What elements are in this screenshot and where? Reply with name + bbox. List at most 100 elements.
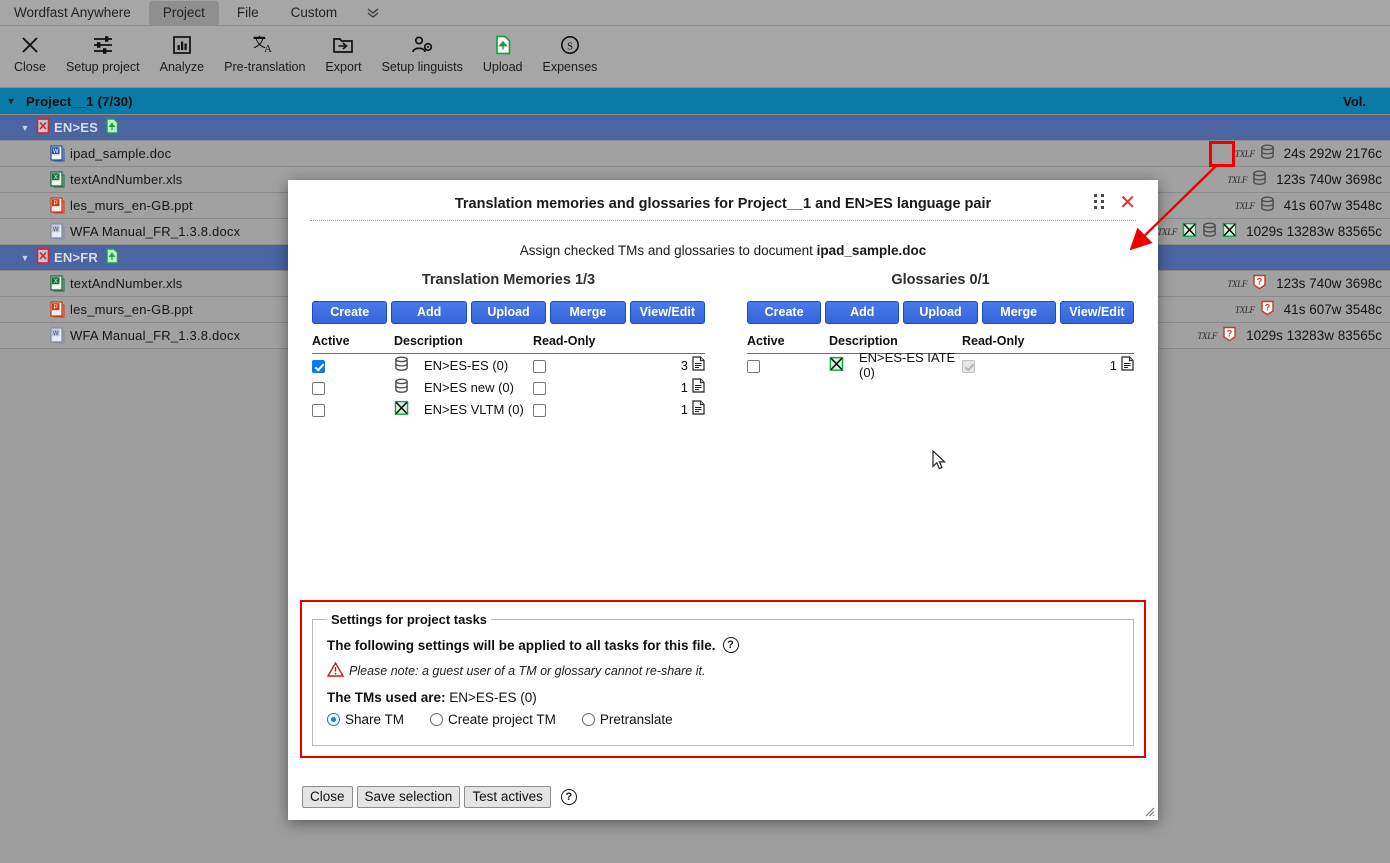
svg-text:X: X	[53, 175, 57, 181]
gl-active-checkbox[interactable]	[747, 359, 760, 373]
toolbar-button-export[interactable]: Export	[315, 26, 371, 74]
tree-row-language-en-es[interactable]: ▼ EN>ES	[0, 115, 1390, 141]
question-circle-icon[interactable]: ?	[560, 789, 577, 805]
drag-handle-icon[interactable]	[1094, 194, 1105, 209]
tm-readonly-checkbox[interactable]	[533, 359, 546, 373]
dialog-close-button[interactable]: Close	[302, 786, 353, 808]
glossary-green-icon[interactable]	[1182, 222, 1197, 241]
chevron-double-down-icon[interactable]	[365, 6, 381, 20]
tm-readonly-checkbox[interactable]	[533, 381, 546, 395]
gl-table-row: EN>ES-ES IATE (0) 1	[747, 350, 1134, 380]
menu-item-file[interactable]: File	[223, 1, 273, 25]
tm-upload-button[interactable]: Upload	[470, 301, 547, 324]
document-icon[interactable]	[1121, 356, 1134, 374]
glossary-green-icon[interactable]	[1222, 222, 1237, 241]
question-circle-icon[interactable]: ?	[722, 637, 739, 653]
svg-text:W: W	[52, 227, 58, 233]
toolbar-label: Expenses	[542, 60, 598, 74]
toolbar-button-analyze[interactable]: Analyze	[150, 26, 214, 74]
radio-option-share-tm[interactable]: Share TM	[327, 712, 404, 727]
file-meta: TXLF ? 123s 740w 3698c	[1227, 274, 1382, 293]
svg-text:P: P	[53, 305, 57, 311]
svg-text:S: S	[567, 41, 573, 53]
document-icon[interactable]	[692, 400, 705, 418]
caret-down-icon[interactable]: ▼	[0, 123, 36, 133]
locked-red-icon	[36, 248, 50, 267]
format-label: TXLF	[1227, 278, 1248, 289]
header-readonly: Read-Only	[533, 334, 596, 348]
gl-create-button[interactable]: Create	[747, 301, 822, 324]
document-icon[interactable]	[692, 356, 705, 374]
menu-item-custom[interactable]: Custom	[277, 1, 352, 25]
resize-handle[interactable]	[1143, 805, 1155, 817]
toolbar-button-close[interactable]: Close	[4, 26, 56, 74]
question-unknown-icon[interactable]: ?	[1260, 300, 1275, 319]
file-name: les_murs_en-GB.ppt	[70, 198, 193, 213]
tm-database-icon	[394, 378, 424, 397]
file-volume: 24s 292w 2176c	[1283, 146, 1382, 161]
tm-description: EN>ES-ES (0)	[424, 357, 509, 373]
project-name: Project__1 (7/30)	[26, 93, 133, 109]
toolbar-button-expenses[interactable]: S Expenses	[533, 26, 608, 74]
tm-active-checkbox[interactable]	[312, 381, 325, 395]
question-unknown-icon[interactable]: ?	[1252, 274, 1267, 293]
radio-indicator[interactable]	[327, 713, 340, 726]
test-actives-button[interactable]: Test actives	[464, 786, 551, 808]
mouse-pointer-icon	[932, 449, 948, 477]
dialog-footer: Close Save selection Test actives ?	[302, 786, 577, 808]
tm-active-checkbox[interactable]	[312, 359, 325, 373]
app-brand: Wordfast Anywhere	[14, 4, 131, 20]
svg-text:?: ?	[1257, 277, 1263, 287]
gl-panel-title: Glossaries 0/1	[891, 272, 990, 288]
file-meta: TXLF 1029s 13283w 83565c	[1157, 222, 1382, 241]
tm-database-icon[interactable]	[1252, 170, 1267, 189]
glossary-green-icon	[394, 400, 424, 419]
excel-doc-icon: X	[48, 171, 66, 189]
tm-description: EN>ES new (0)	[424, 379, 514, 395]
question-unknown-icon[interactable]: ?	[1222, 326, 1237, 345]
tm-readonly-checkbox[interactable]	[533, 403, 546, 417]
toolbar-label: Analyze	[159, 60, 205, 74]
document-icon[interactable]	[692, 378, 705, 396]
gl-add-button[interactable]: Add	[825, 301, 900, 324]
radio-option-create-project-tm[interactable]: Create project TM	[430, 712, 556, 727]
glossaries-panel: Glossaries 0/1 Create Add Upload Merge V…	[723, 272, 1158, 420]
tree-row-file[interactable]: W ipad_sample.doc TXLF 24s 292w 2176c	[0, 141, 1390, 167]
warning-triangle-icon	[326, 661, 345, 680]
file-volume: 123s 740w 3698c	[1276, 172, 1382, 187]
toolbar-button-setup-project[interactable]: Setup project	[56, 26, 150, 74]
toolbar-button-upload[interactable]: Upload	[473, 26, 533, 74]
toolbar-label: Setup project	[65, 60, 140, 74]
gl-upload-button[interactable]: Upload	[903, 301, 978, 324]
caret-down-icon[interactable]: ▼	[0, 96, 22, 106]
close-x-icon[interactable]: ✕	[1119, 192, 1136, 212]
gl-merge-button[interactable]: Merge	[981, 301, 1056, 324]
tm-create-button[interactable]: Create	[312, 301, 388, 324]
toolbar-button-setup-linguists[interactable]: Setup linguists	[372, 26, 473, 74]
menu-item-project[interactable]: Project	[148, 0, 219, 25]
radio-indicator[interactable]	[430, 713, 444, 726]
file-meta: TXLF ? 41s 607w 3548c	[1235, 300, 1382, 319]
tree-row-project[interactable]: ▼ Project__1 (7/30) Vol.	[0, 88, 1390, 115]
tm-active-checkbox[interactable]	[312, 403, 325, 417]
format-label: TXLF	[1234, 304, 1255, 315]
tm-merge-button[interactable]: Merge	[550, 301, 626, 324]
save-selection-button[interactable]: Save selection	[356, 786, 461, 808]
tm-database-icon[interactable]	[1202, 222, 1217, 241]
file-meta: TXLF ? 1029s 13283w 83565c	[1197, 326, 1382, 345]
tm-add-button[interactable]: Add	[391, 301, 467, 324]
radio-indicator[interactable]	[581, 713, 595, 726]
translate-icon: 文 A	[252, 32, 278, 58]
caret-down-icon[interactable]: ▼	[0, 253, 36, 263]
radio-option-pretranslate[interactable]: Pretranslate	[581, 712, 673, 727]
toolbar-button-pre-translation[interactable]: 文 A Pre-translation	[214, 26, 315, 74]
svg-text:A: A	[264, 43, 272, 55]
upload-green-icon[interactable]	[105, 118, 119, 137]
tm-database-icon[interactable]	[1260, 196, 1275, 215]
tm-database-icon	[394, 356, 424, 375]
gl-view-edit-button[interactable]: View/Edit	[1059, 301, 1135, 324]
tm-database-icon[interactable]	[1260, 144, 1275, 163]
upload-green-icon[interactable]	[105, 248, 119, 267]
bar-chart-icon	[171, 32, 193, 58]
tm-view-edit-button[interactable]: View/Edit	[629, 301, 706, 324]
